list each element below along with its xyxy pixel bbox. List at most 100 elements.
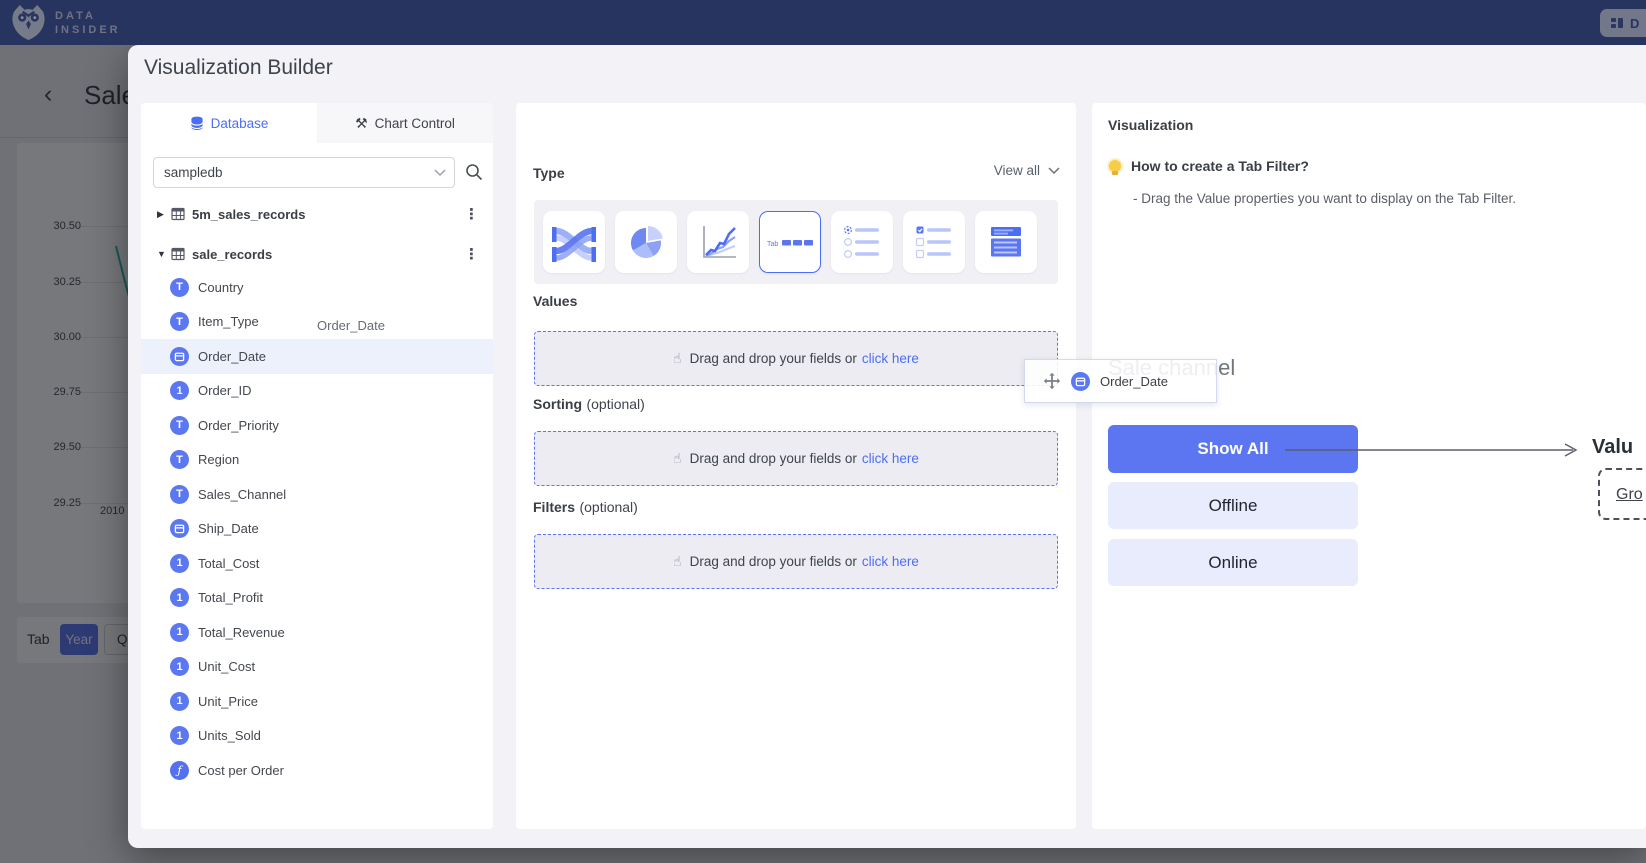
type-section-label: Type xyxy=(533,165,565,181)
number-field-icon: 1 xyxy=(170,657,189,676)
database-select xyxy=(153,157,455,188)
view-all-dropdown[interactable]: View all xyxy=(994,163,1060,178)
date-field-icon xyxy=(170,519,189,538)
number-field-icon: 1 xyxy=(170,554,189,573)
left-panel-tabs: Database ⚒ Chart Control xyxy=(141,103,493,143)
table-chart-icon xyxy=(986,224,1026,260)
field-row-unit-cost[interactable]: 1 Unit_Cost xyxy=(141,650,493,685)
drag-hand-icon: ☝ xyxy=(673,553,682,570)
sorting-dropzone[interactable]: ☝ Drag and drop your fields or click her… xyxy=(534,431,1058,486)
radio-list-icon xyxy=(842,224,882,260)
field-row-units-sold[interactable]: 1 Units_Sold xyxy=(141,719,493,754)
chart-type-tab-filter[interactable]: Tab xyxy=(759,211,821,273)
chevron-down-icon xyxy=(1048,167,1060,175)
table-row-5m-sales-records[interactable]: ▶ 5m_sales_records ⋮ xyxy=(141,199,493,229)
dashboard-button-label: D xyxy=(1630,16,1639,31)
table-row-sale-records[interactable]: ▼ sale_records ⋮ xyxy=(141,239,493,269)
modal-title: Visualization Builder xyxy=(144,56,333,80)
chevron-down-icon[interactable] xyxy=(434,169,446,177)
number-field-icon: 1 xyxy=(170,381,189,400)
drag-hand-icon: ☝ xyxy=(673,450,682,467)
tab-chart-control[interactable]: ⚒ Chart Control xyxy=(317,103,493,143)
field-row-order-priority[interactable]: T Order_Priority xyxy=(141,408,493,443)
pie-chart-icon xyxy=(626,222,666,262)
chart-type-strip: Tab xyxy=(534,200,1058,284)
visualization-panel: Visualization How to create a Tab Filter… xyxy=(1092,103,1646,829)
tab-database[interactable]: Database xyxy=(141,103,317,143)
chart-type-checkbox-list[interactable] xyxy=(903,211,965,273)
dashboard-grid-icon xyxy=(1610,16,1624,30)
chart-type-line[interactable] xyxy=(687,211,749,273)
field-row-total-profit[interactable]: 1 Total_Profit xyxy=(141,581,493,616)
values-dropzone[interactable]: ☝ Drag and drop your fields or click her… xyxy=(534,331,1058,386)
chart-type-pie[interactable] xyxy=(615,211,677,273)
caret-down-icon[interactable]: ▼ xyxy=(157,249,171,259)
svg-text:Tab: Tab xyxy=(767,241,778,248)
table-icon xyxy=(171,247,185,261)
number-field-icon: 1 xyxy=(170,623,189,642)
formula-field-icon: ƒ xyxy=(170,761,189,780)
owl-logo-icon xyxy=(10,3,47,42)
table-name: sale_records xyxy=(192,247,272,262)
field-row-total-revenue[interactable]: 1 Total_Revenue xyxy=(141,615,493,650)
chip-label: Order_Date xyxy=(1100,374,1168,389)
field-row-order-id[interactable]: 1 Order_ID xyxy=(141,374,493,409)
builder-panel: Type View all xyxy=(516,103,1076,829)
line-chart-icon xyxy=(698,222,738,262)
move-icon xyxy=(1043,372,1061,390)
field-row-sales-channel[interactable]: T Sales_Channel xyxy=(141,477,493,512)
text-field-icon: T xyxy=(170,312,189,331)
visualization-title: Visualization xyxy=(1108,117,1193,133)
preview-offline-button[interactable]: Offline xyxy=(1108,482,1358,529)
text-field-icon: T xyxy=(170,485,189,504)
dragging-field-chip[interactable]: Order_Date xyxy=(1024,359,1217,403)
annotation-value-label: Valu xyxy=(1592,436,1633,459)
drag-ghost-label: Order_Date xyxy=(317,318,385,333)
chart-type-sankey[interactable] xyxy=(543,211,605,273)
caret-right-icon[interactable]: ▶ xyxy=(157,209,171,220)
field-row-order-date[interactable]: Order_Date xyxy=(141,339,493,374)
click-here-link[interactable]: click here xyxy=(862,451,919,466)
annotation-arrow xyxy=(1285,440,1585,460)
dropzone-text: Drag and drop your fields or xyxy=(690,451,857,466)
lightbulb-icon xyxy=(1109,160,1121,172)
click-here-link[interactable]: click here xyxy=(862,351,919,366)
number-field-icon: 1 xyxy=(170,692,189,711)
dropzone-text: Drag and drop your fields or xyxy=(690,351,857,366)
filters-dropzone[interactable]: ☝ Drag and drop your fields or click her… xyxy=(534,534,1058,589)
click-here-link[interactable]: click here xyxy=(862,554,919,569)
app-root: ‹ Sales Sa 30.50 30.25 30.00 29.75 29.50… xyxy=(0,0,1646,863)
tab-chart-control-label: Chart Control xyxy=(375,116,455,131)
text-field-icon: T xyxy=(170,278,189,297)
field-row-unit-price[interactable]: 1 Unit_Price xyxy=(141,684,493,719)
chart-type-radio-list[interactable] xyxy=(831,211,893,273)
database-icon xyxy=(190,116,204,131)
tip-body: - Drag the Value properties you want to … xyxy=(1133,191,1516,206)
values-section-label: Values xyxy=(533,293,577,309)
chart-type-table[interactable] xyxy=(975,211,1037,273)
kebab-menu-icon[interactable]: ⋮ xyxy=(464,205,479,223)
database-select-input[interactable] xyxy=(153,157,455,188)
field-row-cost-per-order[interactable]: ƒ Cost per Order xyxy=(141,753,493,788)
field-row-ship-date[interactable]: Ship_Date xyxy=(141,512,493,547)
text-field-icon: T xyxy=(170,416,189,435)
dropzone-text: Drag and drop your fields or xyxy=(690,554,857,569)
table-icon xyxy=(171,207,185,221)
tip-title: How to create a Tab Filter? xyxy=(1131,158,1309,174)
dashboard-mode-button[interactable]: D xyxy=(1600,9,1646,37)
drag-hand-icon: ☝ xyxy=(673,350,682,367)
field-row-country[interactable]: T Country xyxy=(141,270,493,305)
field-row-region[interactable]: T Region xyxy=(141,443,493,478)
number-field-icon: 1 xyxy=(170,588,189,607)
date-field-icon xyxy=(170,347,189,366)
field-row-total-cost[interactable]: 1 Total_Cost xyxy=(141,546,493,581)
brand: DATA INSIDER xyxy=(10,3,121,42)
sankey-chart-icon xyxy=(552,221,596,263)
field-list: T Country T Item_Type Order_Date 1 Order… xyxy=(141,270,493,788)
kebab-menu-icon[interactable]: ⋮ xyxy=(464,245,479,263)
tools-icon: ⚒ xyxy=(355,115,368,132)
database-panel: Database ⚒ Chart Control ▶ xyxy=(141,103,493,829)
search-icon[interactable] xyxy=(465,163,483,181)
preview-online-button[interactable]: Online xyxy=(1108,539,1358,586)
tab-filter-icon: Tab xyxy=(766,233,814,251)
